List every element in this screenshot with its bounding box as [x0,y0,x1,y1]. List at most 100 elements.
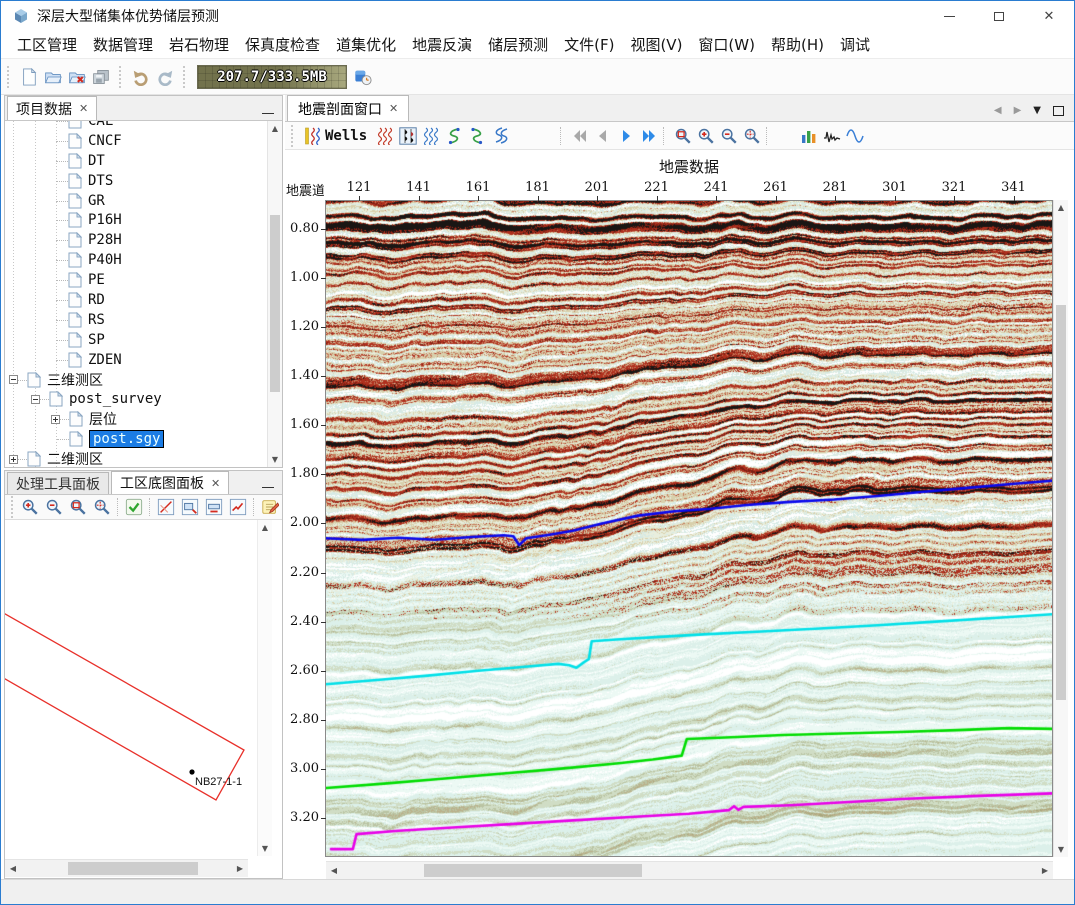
tree-item-label[interactable]: CNCF [88,133,122,149]
tree-item-label[interactable]: DTS [88,173,113,189]
menu-item[interactable]: 保真度检查 [237,31,328,58]
zoom-out-icon[interactable] [719,126,738,145]
basemap-vscrollbar[interactable]: ▲ ▼ [257,520,272,856]
project-panel-tab[interactable]: 项目数据 ✕ [7,96,97,120]
tree-item[interactable]: SP [5,330,267,350]
menu-item[interactable]: 工区管理 [9,31,85,58]
project-tree-vscrollbar[interactable]: ▲ ▼ [267,121,282,467]
maximize-button[interactable] [974,1,1024,31]
tab-list-icon[interactable]: ▼ [1033,105,1041,116]
scroll-right-icon[interactable]: ▶ [232,860,248,877]
sine-wave-icon[interactable] [845,126,864,145]
zoom-in-icon[interactable] [20,497,40,517]
wiggle-red-icon[interactable] [375,126,394,145]
fault-tool-icon[interactable] [228,497,248,517]
interp-s2-icon[interactable] [467,126,486,145]
tree-item[interactable]: P28H [5,230,267,250]
nav-next-icon[interactable] [616,126,635,145]
scroll-thumb[interactable] [68,862,198,875]
tree-item-label[interactable]: ZDEN [88,352,122,368]
tree-item[interactable]: PE [5,270,267,290]
new-project-icon[interactable] [19,67,39,87]
layer-visibility-icon[interactable] [124,497,144,517]
tree-item[interactable]: DTS [5,171,267,191]
tree-item[interactable]: 层位 [5,409,267,429]
scroll-left-icon[interactable]: ◀ [5,860,21,877]
tree-item[interactable]: post.sgy [5,429,267,449]
redo-icon[interactable] [155,67,175,87]
scroll-up-icon[interactable]: ▲ [1054,200,1068,215]
tab-seismic-section[interactable]: 地震剖面窗口 ✕ [287,95,409,121]
restore-window-icon[interactable] [1053,106,1064,116]
tree-item-label[interactable]: post_survey [69,391,162,407]
tree-item-label[interactable]: P16H [88,212,122,228]
zoom-full-icon[interactable] [742,126,761,145]
menu-item[interactable]: 调试 [832,31,878,58]
database-clock-icon[interactable] [353,67,373,87]
close-project-icon[interactable] [67,67,87,87]
tree-item[interactable]: RS [5,310,267,330]
scroll-thumb[interactable] [270,215,280,392]
tree-item-label[interactable]: CAL [88,121,113,129]
menu-item[interactable]: 地震反演 [404,31,480,58]
tab-processing-tools[interactable]: 处理工具面板 [7,472,109,494]
zoom-out-icon[interactable] [44,497,64,517]
scroll-down-icon[interactable]: ▼ [1054,842,1068,857]
tree-item-label[interactable]: 三维测区 [47,370,103,390]
tree-item[interactable]: RD [5,290,267,310]
tree-item-label[interactable]: DT [88,153,105,169]
basemap-view[interactable]: NB27-1-1 [5,520,259,856]
scroll-thumb[interactable] [424,864,642,877]
save-project-icon[interactable] [91,67,111,87]
menu-item[interactable]: 储层预测 [480,31,556,58]
undo-icon[interactable] [131,67,151,87]
tree-item[interactable]: 三维测区 [5,370,267,390]
scroll-right-icon[interactable]: ▶ [1037,862,1053,879]
tree-item-label[interactable]: RS [88,312,105,328]
minimize-button[interactable] [924,1,974,31]
seismic-section-canvas[interactable] [326,201,1052,856]
menu-item[interactable]: 岩石物理 [161,31,237,58]
basemap-panel-minimize-button[interactable] [262,487,274,488]
tree-item-label[interactable]: RD [88,292,105,308]
color-density-icon[interactable] [536,126,555,145]
nav-first-icon[interactable] [570,126,589,145]
colormap-icon[interactable] [776,126,795,145]
tree-item-label[interactable]: SP [88,332,105,348]
tree-item[interactable]: post_survey [5,389,267,409]
tree-item-label[interactable]: P28H [88,232,122,248]
tree-item[interactable]: GR [5,191,267,211]
nav-prev-icon[interactable] [593,126,612,145]
survey-outline[interactable] [5,611,244,800]
tree-item[interactable]: P16H [5,210,267,230]
basemap-hscrollbar[interactable]: ◀ ▶ [5,859,248,877]
scroll-left-icon[interactable]: ◀ [326,862,342,879]
wiggle-va-icon[interactable] [398,126,417,145]
tree-item-label[interactable]: PE [88,272,105,288]
open-project-icon[interactable] [43,67,63,87]
wells-display-icon[interactable] [303,126,322,145]
survey-tool-icon[interactable] [156,497,176,517]
menu-item[interactable]: 帮助(H) [763,31,832,58]
scroll-down-icon[interactable]: ▼ [258,841,272,856]
menu-item[interactable]: 道集优化 [328,31,404,58]
wavelet-icon[interactable] [822,126,841,145]
tree-item[interactable]: P40H [5,250,267,270]
close-button[interactable]: ✕ [1024,1,1074,31]
zoom-full-icon[interactable] [92,497,112,517]
tree-item-label[interactable]: 二维测区 [47,449,103,467]
seismic-tab-close-icon[interactable]: ✕ [389,102,398,115]
histogram-icon[interactable] [799,126,818,145]
well-marker[interactable] [189,769,194,774]
tree-expand-minus-icon[interactable] [31,395,40,404]
interp-s1-icon[interactable] [444,126,463,145]
menu-item[interactable]: 视图(V) [622,31,690,58]
tree-item[interactable]: CAL [5,121,267,131]
scroll-thumb[interactable] [1056,305,1066,700]
scroll-down-icon[interactable]: ▼ [268,452,282,467]
trace-range-tool-icon[interactable] [204,497,224,517]
tab-scroll-left-icon[interactable]: ◀ [994,105,1002,116]
nav-last-icon[interactable] [639,126,658,145]
menu-item[interactable]: 窗口(W) [690,31,763,58]
tree-expand-plus-icon[interactable] [51,415,60,424]
